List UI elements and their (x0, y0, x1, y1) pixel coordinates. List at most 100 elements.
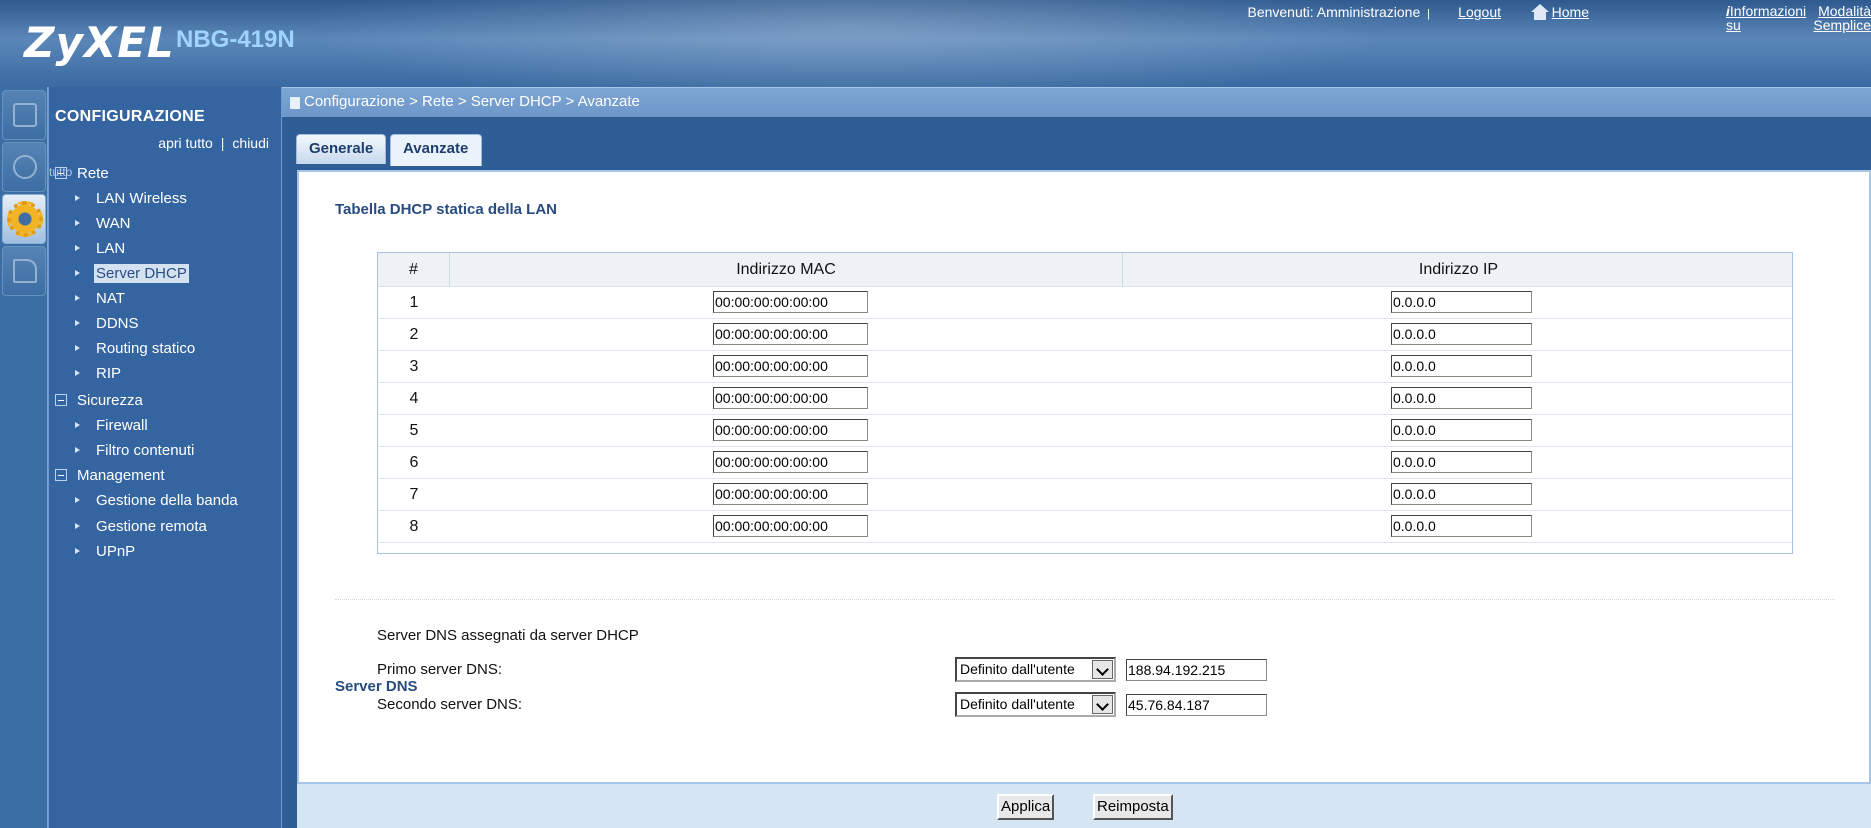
table-row: 8 (378, 511, 1792, 543)
table-row: 2 (378, 319, 1792, 351)
table-row: 7 (378, 479, 1792, 511)
arrow-right-icon (75, 320, 80, 326)
home-icon (1530, 4, 1550, 20)
open-close-links: apri tutto | chiudi (158, 135, 269, 151)
mac-address-input[interactable] (713, 387, 868, 409)
mac-address-input[interactable] (713, 419, 868, 441)
mac-address-input[interactable] (713, 355, 868, 377)
ip-address-input[interactable] (1391, 355, 1532, 377)
simple-mode-link[interactable]: Modalità Semplice (1795, 4, 1871, 32)
arrow-right-icon (75, 345, 80, 351)
content-panel: Tabella DHCP statica della LAN # Indiriz… (297, 170, 1871, 784)
sidebar-item-upnp[interactable]: UPnP (75, 543, 137, 560)
arrow-right-icon (75, 195, 80, 201)
arrow-right-icon (75, 548, 80, 554)
brand-logo: ZyXEL (24, 18, 175, 67)
chevron-down-icon (1092, 660, 1113, 679)
model-name: NBG-419N (176, 26, 295, 53)
arrow-right-icon (75, 497, 80, 503)
ip-address-input[interactable] (1391, 451, 1532, 473)
secondary-dns-input[interactable] (1126, 694, 1267, 716)
main-area: Configurazione > Rete > Server DHCP > Av… (282, 87, 1871, 828)
dhcp-table-title: Tabella DHCP statica della LAN (335, 201, 558, 218)
sidebar-item-rip[interactable]: RIP (75, 365, 123, 382)
configuration-gear-icon[interactable] (2, 194, 46, 244)
chevron-down-icon (1092, 695, 1113, 714)
sidebar-item-lan-wireless[interactable]: LAN Wireless (75, 190, 189, 207)
collapse-icon (55, 469, 67, 481)
ip-address-input[interactable] (1391, 291, 1532, 313)
sidebar-group-sicurezza[interactable]: Sicurezza (55, 392, 143, 409)
arrow-right-icon (75, 370, 80, 376)
sidebar-item-lan[interactable]: LAN (75, 240, 127, 257)
mac-address-input[interactable] (713, 291, 868, 313)
arrow-right-icon (75, 245, 80, 251)
sidebar-item-gestione-banda[interactable]: Gestione della banda (75, 492, 240, 509)
page-icon (290, 97, 300, 109)
button-bar: Applica Reimposta (297, 783, 1871, 828)
arrow-right-icon (75, 447, 80, 453)
apply-button[interactable]: Applica (997, 794, 1055, 820)
tab-generale[interactable]: Generale (296, 134, 386, 164)
sidebar-item-routing-statico[interactable]: Routing statico (75, 340, 197, 357)
mac-address-input[interactable] (713, 451, 868, 473)
ip-address-input[interactable] (1391, 323, 1532, 345)
mac-address-input[interactable] (713, 483, 868, 505)
maintenance-icon[interactable] (2, 246, 46, 296)
secondary-dns-label: Secondo server DNS: (377, 696, 523, 713)
close-all-link[interactable]: chiudi (232, 135, 269, 151)
arrow-right-icon (75, 422, 80, 428)
sidebar-item-server-dhcp[interactable]: Server DHCP (75, 264, 189, 283)
primary-dns-label: Primo server DNS: (377, 661, 503, 678)
icon-rail (0, 87, 48, 828)
ip-address-input[interactable] (1391, 515, 1532, 537)
tab-avanzate[interactable]: Avanzate (390, 134, 482, 166)
sidebar-item-nat[interactable]: NAT (75, 290, 127, 307)
breadcrumb-bar: Configurazione > Rete > Server DHCP > Av… (282, 87, 1871, 117)
ip-address-input[interactable] (1391, 387, 1532, 409)
ip-address-input[interactable] (1391, 419, 1532, 441)
arrow-right-icon (75, 295, 80, 301)
sidebar: CONFIGURAZIONE apri tutto | chiudi tutto R… (48, 87, 282, 828)
sidebar-item-ddns[interactable]: DDNS (75, 315, 141, 332)
table-row: 4 (378, 383, 1792, 415)
sidebar-title: CONFIGURAZIONE (55, 108, 205, 125)
sidebar-item-filtro-contenuti[interactable]: Filtro contenuti (75, 442, 196, 459)
table-row: 6 (378, 447, 1792, 479)
collapse-icon (55, 394, 67, 406)
dns-assigned-text: Server DNS assegnati da server DHCP (377, 627, 639, 644)
table-row: 1 (378, 287, 1792, 319)
dhcp-static-table: # Indirizzo MAC Indirizzo IP 1 2 3 4 (377, 252, 1793, 554)
sidebar-item-wan[interactable]: WAN (75, 215, 132, 232)
header-swoosh (300, 0, 1400, 87)
primary-dns-mode-select[interactable]: Definito dall'utente (955, 657, 1116, 682)
open-all-link[interactable]: apri tutto (158, 135, 212, 151)
monitor-icon[interactable] (2, 90, 46, 140)
header: ZyXEL NBG-419N Benvenuti: Amministrazion… (0, 0, 1871, 87)
section-divider (335, 599, 1835, 600)
primary-dns-input[interactable] (1126, 659, 1267, 681)
sidebar-item-firewall[interactable]: Firewall (75, 417, 150, 434)
breadcrumb: Configurazione > Rete > Server DHCP > Av… (304, 93, 640, 110)
mac-address-input[interactable] (713, 323, 868, 345)
sidebar-item-gestione-remota[interactable]: Gestione remota (75, 518, 209, 535)
welcome-text: Benvenuti: Amministrazione | (1247, 4, 1430, 20)
arrow-right-icon (75, 523, 80, 529)
column-header-ip: Indirizzo IP (1418, 261, 1499, 278)
logout-link[interactable]: Logout (1458, 4, 1501, 20)
table-row: 3 (378, 351, 1792, 383)
column-header-number: # (378, 253, 450, 287)
table-header: # Indirizzo MAC Indirizzo IP (378, 253, 1792, 287)
table-row: 5 (378, 415, 1792, 447)
arrow-right-icon (75, 220, 80, 226)
sidebar-group-rete[interactable]: Rete (55, 165, 109, 182)
reset-button[interactable]: Reimposta (1093, 794, 1173, 820)
sidebar-group-management[interactable]: Management (55, 467, 165, 484)
secondary-dns-mode-select[interactable]: Definito dall'utente (955, 692, 1116, 717)
mac-address-input[interactable] (713, 515, 868, 537)
ip-address-input[interactable] (1391, 483, 1532, 505)
column-header-mac: Indirizzo MAC (450, 253, 1123, 287)
dns-section-title: Server DNS (335, 678, 418, 695)
status-icon[interactable] (2, 142, 46, 192)
home-link[interactable]: Home (1530, 4, 1589, 20)
